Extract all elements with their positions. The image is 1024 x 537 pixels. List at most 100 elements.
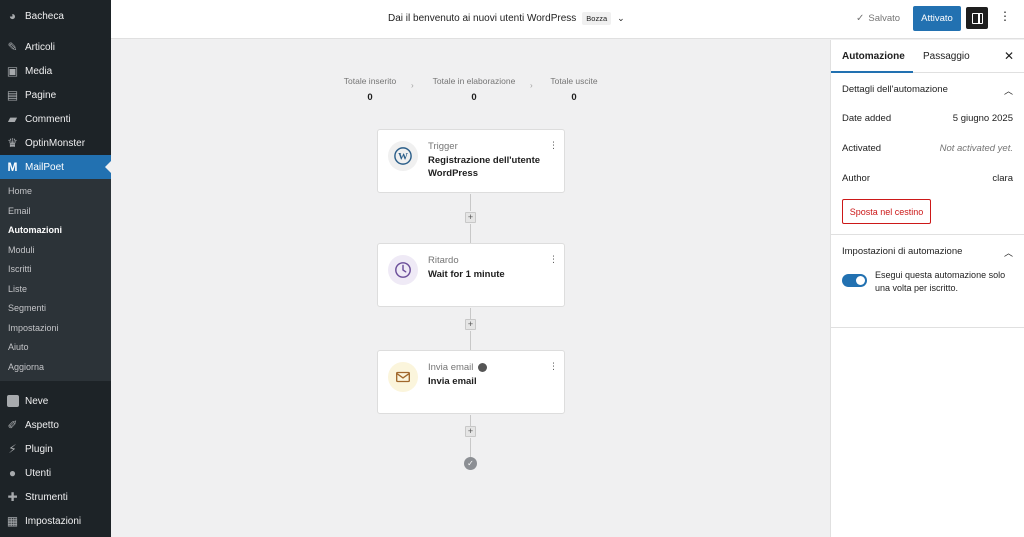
tab-automation[interactable]: Automazione [842,51,905,62]
add-step-button[interactable]: + [465,426,476,437]
menu-label: Aspetto [25,419,59,431]
settings-section-header[interactable]: Impostazioni di automazione ︿ [831,235,1024,265]
plugin-icon: ⚡ [8,442,17,456]
submenu-item-email[interactable]: Email [0,202,111,222]
menu-item-media[interactable]: ▣ Media [0,59,111,83]
menu-item-commenti[interactable]: ▰ Commenti [0,107,111,131]
submenu-item-automazioni[interactable]: Automazioni [0,221,111,241]
step-send-email[interactable]: Invia email Invia email ⋮ [377,350,565,414]
step-category-label: Invia email [428,362,474,373]
section-title: Impostazioni di automazione [842,246,963,257]
submenu-item-segmenti[interactable]: Segmenti [0,299,111,319]
connector-line [470,194,471,211]
detail-value: 5 giugno 2025 [952,112,1013,124]
stat-total-entered: Totale inserito 0 [340,76,400,103]
details-section-header[interactable]: Dettagli dell'automazione ︿ [831,73,1024,103]
menu-label: Media [25,65,53,77]
run-once-toggle[interactable] [842,274,867,287]
stat-value: 0 [367,92,373,103]
admin-sidebar: ◕ Bacheca ✎ Articoli ▣ Media ▤ Pagine ▰ … [0,0,111,537]
step-trigger[interactable]: W Trigger Registrazione dell'utente Word… [377,129,565,193]
step-more-icon[interactable]: ⋮ [549,140,558,151]
menu-item-pagine[interactable]: ▤ Pagine [0,83,111,107]
tab-step[interactable]: Passaggio [923,51,970,62]
chevron-down-icon: ⌄ [617,13,625,23]
menu-label: Bacheca [25,10,64,22]
submenu-item-aggiorna[interactable]: Aggiorna [0,358,111,378]
submenu-item-moduli[interactable]: Moduli [0,241,111,261]
menu-label: Articoli [25,41,56,53]
status-badge: Bozza [582,12,612,25]
submenu-item-home[interactable]: Home [0,182,111,202]
add-step-button[interactable]: + [465,212,476,223]
menu-item-articoli[interactable]: ✎ Articoli [0,35,111,59]
envelope-icon [388,362,418,392]
step-delay[interactable]: Ritardo Wait for 1 minute ⋮ [377,243,565,307]
menu-label: MailPoet [25,161,64,173]
premium-icon [478,363,488,372]
panel-tabs: Automazione Passaggio ✕ [831,40,1024,73]
stat-value: 0 [471,92,477,103]
toggle-label: Esegui questa automazione solo una volta… [875,270,1006,293]
stat-total-processing: Totale in elaborazione 0 [429,76,519,103]
detail-label: Date added [842,112,892,124]
pin-icon: ✎ [7,40,18,54]
wrench-icon: ✚ [7,490,18,504]
automation-settings-section: Impostazioni di automazione ︿ Esegui que… [831,235,1024,328]
clock-icon [388,255,418,285]
menu-item-neve[interactable]: Neve [0,389,111,413]
menu-item-utenti[interactable]: ● Utenti [0,461,111,485]
menu-label: Neve [25,395,49,407]
mailpoet-submenu: Home Email Automazioni Moduli Iscritti L… [0,179,111,381]
menu-label: Commenti [25,113,71,125]
step-more-icon[interactable]: ⋮ [549,361,558,372]
submenu-item-iscritti[interactable]: Iscritti [0,260,111,280]
detail-row-date-added: Date added 5 giugno 2025 [831,103,1024,133]
dashboard-icon: ◕ [8,9,17,23]
automation-title-dropdown[interactable]: Dai il benvenuto ai nuovi utenti WordPre… [388,12,625,25]
connector-line [470,331,471,350]
submenu-item-impostazioni[interactable]: Impostazioni [0,319,111,339]
page-icon: ▤ [6,88,19,102]
chevron-up-icon: ︿ [1003,248,1013,258]
more-options-icon[interactable]: ⋮ [999,9,1011,23]
menu-item-plugin[interactable]: ⚡ Plugin [0,437,111,461]
step-title: Wait for 1 minute [428,269,505,280]
activate-button[interactable]: Attivato [913,6,961,31]
detail-row-activated: Activated Not activated yet. [831,133,1024,163]
media-icon: ▣ [6,64,19,78]
menu-label: Impostazioni [25,515,82,527]
stat-label: Totale inserito [343,76,397,86]
menu-item-impostazioni[interactable]: ▦ Impostazioni [0,509,111,533]
step-category: Invia email [428,362,488,373]
chevron-up-icon: ︿ [1003,86,1013,96]
automation-details-section: Dettagli dell'automazione ︿ Date added 5… [831,73,1024,235]
menu-label: Utenti [25,467,52,479]
toggle-sidebar-button[interactable] [966,7,988,29]
submenu-item-liste[interactable]: Liste [0,280,111,300]
menu-item-optinmonster[interactable]: ♛ OptinMonster [0,131,111,155]
connector-line [470,415,471,426]
step-more-icon[interactable]: ⋮ [549,254,558,265]
menu-item-strumenti[interactable]: ✚ Strumenti [0,485,111,509]
menu-label: Strumenti [25,491,68,503]
menu-label: Pagine [25,89,57,101]
menu-item-bacheca[interactable]: ◕ Bacheca [0,4,111,28]
menu-item-mailpoet[interactable]: M MailPoet [0,155,111,179]
saved-indicator: ✓ Salvato [856,13,900,24]
step-title: Registrazione dell'utente WordPress [428,155,541,179]
automation-title: Dai il benvenuto ai nuovi utenti WordPre… [388,13,577,24]
check-icon: ✓ [856,13,865,24]
settings-icon: ▦ [6,514,19,528]
submenu-item-aiuto[interactable]: Aiuto [0,338,111,358]
move-to-trash-button[interactable]: Sposta nel cestino [842,199,931,224]
menu-item-aspetto[interactable]: ✐ Aspetto [0,413,111,437]
brush-icon: ✐ [7,418,18,432]
stat-value: 0 [571,92,577,103]
stat-total-exited: Totale uscite 0 [547,76,601,103]
add-step-button[interactable]: + [465,319,476,330]
mailpoet-icon: M [7,160,18,174]
section-title: Dettagli dell'automazione [842,84,948,95]
stat-label: Totale in elaborazione [432,76,516,86]
close-icon[interactable]: ✕ [1004,49,1014,63]
